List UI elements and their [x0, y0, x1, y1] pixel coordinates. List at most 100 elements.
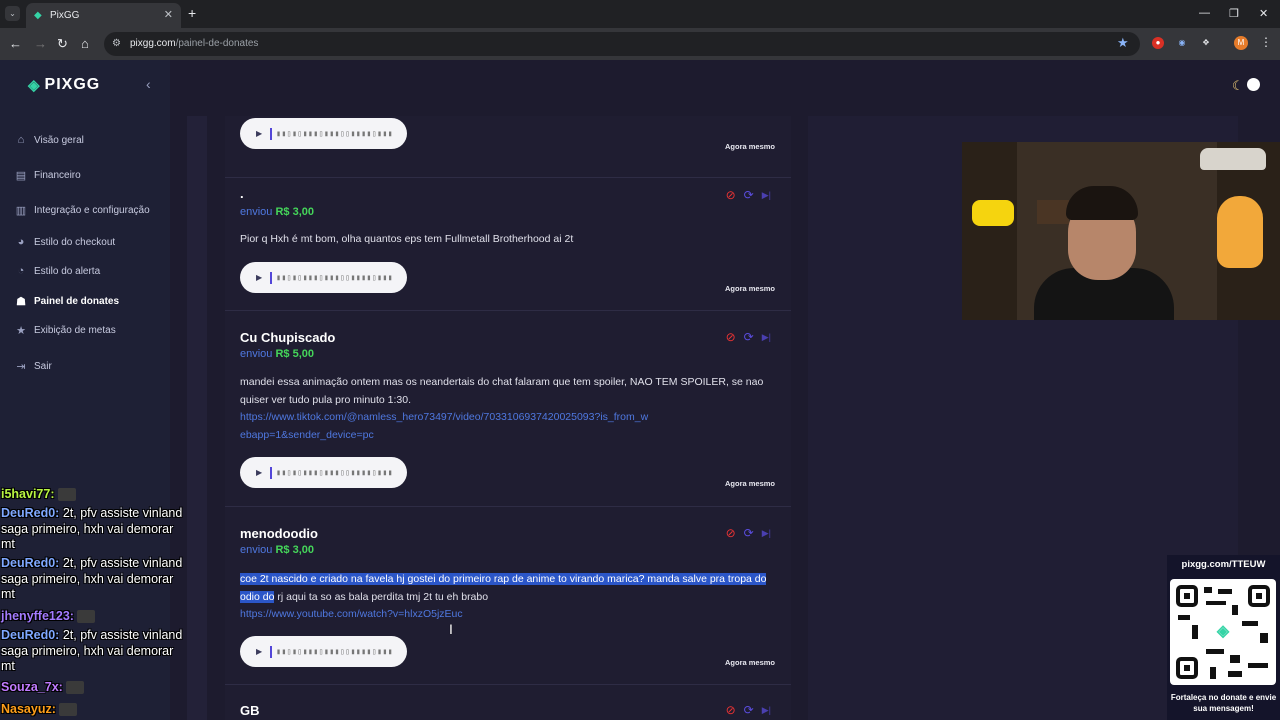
left-gutter [187, 116, 207, 720]
skip-icon[interactable]: ▶| [762, 190, 771, 201]
sidebar-item-label: Painel de donates [34, 296, 120, 307]
reload-icon[interactable]: ↻ [57, 36, 68, 52]
donation-actions: ⊘ ⟳ ▶| [726, 526, 771, 540]
close-window-icon[interactable]: ✕ [1259, 7, 1268, 20]
theme-toggle-moon-icon[interactable]: ☾ [1232, 78, 1244, 94]
qr-code[interactable]: ◈ [1170, 579, 1276, 685]
sidebar-item-visao-geral[interactable]: ⌂ Visão geral [14, 134, 84, 146]
replay-icon[interactable]: ⟳ [744, 703, 754, 717]
extension-red-icon[interactable]: ● [1152, 37, 1164, 49]
replay-icon[interactable]: ⟳ [744, 330, 754, 344]
donor-name: menodoodio [240, 526, 318, 541]
qr-donate-widget: pixgg.com/TTEUW ◈ Fortaleça no donate e … [1167, 555, 1280, 720]
close-tab-icon[interactable]: ✕ [164, 8, 173, 21]
block-icon[interactable]: ⊘ [726, 703, 736, 717]
qr-url: pixgg.com/TTEUW [1181, 559, 1266, 570]
chat-username: DeuRed0: [1, 556, 60, 570]
theme-toggle-knob[interactable] [1247, 78, 1260, 91]
qr-caption: Fortaleça no donate e envie sua mensagem… [1170, 693, 1277, 713]
block-icon[interactable]: ⊘ [726, 330, 736, 344]
collapse-sidebar-icon[interactable]: ‹ [146, 76, 151, 92]
play-icon[interactable]: ▶ [256, 468, 262, 477]
amount-value: R$ 3,00 [275, 544, 315, 556]
chat-message: jhenyffe123: [1, 609, 189, 625]
pixgg-logo[interactable]: ◈ PIXGG [28, 76, 100, 94]
audio-waveform: ▮▮▯▮▯▮▮▮▯▮▮▮▯▯▮▮▮▮▯▮▮▮ [276, 129, 394, 138]
chat-message: DeuRed0: 2t, pfv assiste vinland saga pr… [1, 556, 189, 603]
audio-player[interactable]: ▶ ▮▮▯▮▯▮▮▮▯▮▮▮▯▯▮▮▮▮▯▮▮▮ [240, 457, 407, 488]
browser-tab[interactable]: ◆ PixGG ✕ [26, 3, 181, 28]
new-tab-button[interactable]: + [188, 5, 196, 21]
sidebar-item-estilo-checkout[interactable]: ◕ Estilo do checkout [14, 236, 116, 248]
minimize-icon[interactable]: — [1199, 7, 1210, 19]
logout-icon: ⇥ [16, 361, 26, 373]
qr-module [1232, 605, 1238, 615]
webcam-overlay [962, 142, 1280, 320]
donation-actions: ⊘ ⟳ ▶| [726, 703, 771, 717]
chat-username: Souza_7x: [1, 680, 63, 694]
sidebar-item-integracao[interactable]: ▥ Integração e configuração [14, 204, 150, 217]
qr-module [1230, 655, 1240, 663]
audio-player[interactable]: ▶ ▮▮▯▮▯▮▮▮▯▮▮▮▯▯▮▮▮▮▯▮▮▮ [240, 118, 407, 149]
play-icon[interactable]: ▶ [256, 273, 262, 282]
chat-username: DeuRed0: [1, 628, 60, 642]
chat-emote [58, 703, 77, 717]
donor-name: Cu Chupiscado [240, 330, 336, 345]
chat-username: DeuRed0: [1, 506, 60, 520]
sidebar-item-exibicao-metas[interactable]: ★ Exibição de metas [14, 324, 116, 337]
chat-username: Nasayuz: [1, 702, 56, 716]
audio-waveform: ▮▮▯▮▯▮▮▮▯▮▮▮▯▯▮▮▮▮▯▮▮▮ [276, 647, 394, 656]
address-bar[interactable]: ⚙ pixgg.com/painel-de-donates [104, 32, 1140, 56]
extensions-puzzle-icon[interactable]: ✥ [1200, 37, 1212, 49]
donation-card: menodoodio ⊘ ⟳ ▶| enviou R$ 3,00 coe 2t … [225, 507, 791, 685]
extension-audio-icon[interactable]: ◉ [1176, 37, 1188, 49]
replay-icon[interactable]: ⟳ [744, 188, 754, 202]
qr-module [1206, 601, 1226, 605]
donation-card: GB ⊘ ⟳ ▶| [225, 685, 791, 720]
sidebar-item-label: Integração e configuração [34, 205, 150, 216]
home-icon[interactable]: ⌂ [81, 36, 89, 51]
sidebar-item-financeiro[interactable]: ▤ Financeiro [14, 169, 81, 182]
replay-icon[interactable]: ⟳ [744, 526, 754, 540]
message-link[interactable]: https://www.tiktok.com/@namless_hero7349… [240, 409, 650, 444]
url-path: /painel-de-donates [175, 38, 259, 49]
skip-icon[interactable]: ▶| [762, 528, 771, 539]
qr-module [1260, 633, 1268, 643]
audio-player[interactable]: ▶ ▮▮▯▮▯▮▮▮▯▮▮▮▯▯▮▮▮▮▯▮▮▮ [240, 636, 407, 667]
profile-avatar[interactable]: M [1234, 36, 1248, 50]
sidebar-item-estilo-alerta[interactable]: ◔ Estilo do alerta [14, 265, 100, 277]
play-icon[interactable]: ▶ [256, 129, 262, 138]
chat-username: i5havi77: [1, 487, 55, 501]
audio-player[interactable]: ▶ ▮▮▯▮▯▮▮▮▯▮▮▮▯▯▮▮▮▮▯▮▮▮ [240, 262, 407, 293]
sidebar-item-painel-donates[interactable]: ☗ Painel de donates [14, 295, 119, 308]
forward-icon[interactable]: → [34, 36, 47, 51]
block-icon[interactable]: ⊘ [726, 526, 736, 540]
message-link[interactable]: https://www.youtube.com/watch?v=hlxzO5jz… [240, 606, 780, 624]
donation-message: Pior q Hxh é mt bom, olha quantos eps te… [240, 233, 574, 245]
back-icon[interactable]: ← [9, 36, 22, 51]
donation-actions: ⊘ ⟳ ▶| [726, 188, 771, 202]
site-info-icon[interactable]: ⚙ [112, 32, 121, 56]
play-icon[interactable]: ▶ [256, 647, 262, 656]
chat-message: DeuRed0: 2t, pfv assiste vinland saga pr… [1, 628, 189, 675]
tab-search-button[interactable]: ⌄ [5, 6, 20, 21]
restore-icon[interactable]: ❐ [1229, 7, 1239, 20]
chat-username: jhenyffe123: [1, 609, 74, 623]
sent-label: enviou [240, 348, 273, 360]
skip-icon[interactable]: ▶| [762, 332, 771, 343]
sidebar-item-label: Estilo do checkout [34, 236, 116, 248]
logo-mark-icon: ◈ [28, 77, 41, 94]
donor-name: . [240, 186, 244, 201]
donation-time: Agora mesmo [724, 284, 775, 293]
donation-amount: enviou R$ 3,00 [240, 544, 314, 556]
browser-menu-icon[interactable]: ⋮ [1260, 35, 1272, 49]
donation-card: ▶ ▮▮▯▮▯▮▮▮▯▮▮▮▯▯▮▮▮▮▯▮▮▮ Agora mesmo [225, 116, 791, 178]
sidebar-item-sair[interactable]: ⇥ Sair [14, 360, 51, 373]
sent-label: enviou [240, 206, 273, 218]
bookmark-star-icon[interactable]: ★ [1117, 35, 1129, 51]
playback-cursor [270, 645, 273, 658]
chat-emote [57, 488, 76, 502]
block-icon[interactable]: ⊘ [726, 188, 736, 202]
qr-finder [1248, 585, 1270, 607]
skip-icon[interactable]: ▶| [762, 705, 771, 716]
